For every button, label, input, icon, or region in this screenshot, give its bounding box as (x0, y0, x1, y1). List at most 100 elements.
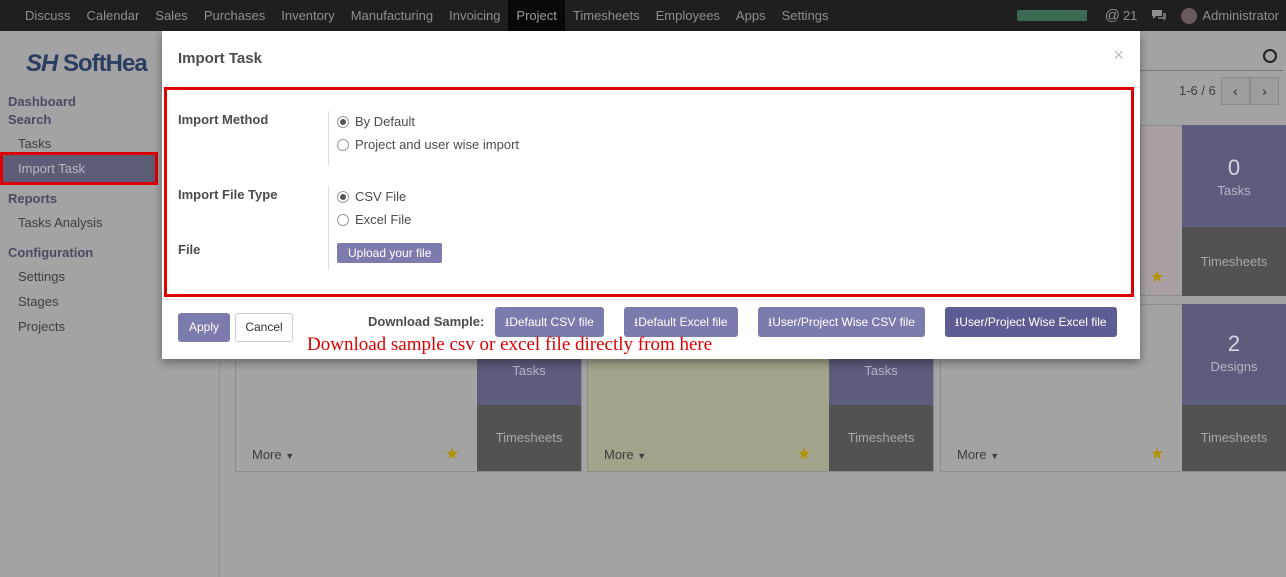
caret-down-icon: ▼ (285, 451, 295, 461)
user-name: Administrator (1202, 8, 1279, 23)
sidebar-item-stages[interactable]: Stages (18, 294, 58, 309)
sidebar-section-search[interactable]: Search (8, 112, 51, 127)
search-icon[interactable] (1263, 49, 1277, 63)
more-label: More (252, 447, 282, 462)
progress-fill (1016, 10, 1087, 21)
sidebar-item-label: Import Task (18, 161, 85, 176)
nav-employees[interactable]: Employees (648, 0, 728, 31)
radio-by-default[interactable]: By Default (337, 114, 415, 129)
annotation-note: Download sample csv or excel file direct… (307, 334, 713, 355)
sidebar-item-projects[interactable]: Projects (18, 319, 65, 334)
radio-button[interactable] (337, 115, 349, 128)
favorite-star-icon[interactable]: ★ (1150, 267, 1164, 287)
more-label: More (604, 447, 634, 462)
navbar-right: @ 21 Administrator (1016, 0, 1286, 31)
nav-calendar[interactable]: Calendar (79, 0, 148, 31)
onboarding-progress[interactable] (1016, 10, 1087, 21)
tasks-label: Tasks (512, 363, 546, 378)
cancel-button[interactable]: Cancel (235, 313, 293, 342)
nav-timesheets[interactable]: Timesheets (565, 0, 648, 31)
radio-button[interactable] (337, 213, 349, 226)
sidebar-item-tasks-analysis[interactable]: Tasks Analysis (18, 215, 103, 230)
button-label: Default Excel file (638, 315, 728, 329)
timesheets-label: Timesheets (847, 430, 915, 445)
nav-apps[interactable]: Apps (728, 0, 774, 31)
favorite-star-icon[interactable]: ★ (1150, 444, 1164, 464)
timesheets-tile[interactable]: Timesheets (829, 405, 933, 471)
field-divider (328, 111, 329, 165)
nav-sales[interactable]: Sales (147, 0, 196, 31)
button-label: User/Project Wise Excel file (959, 315, 1107, 329)
apply-button[interactable]: Apply (178, 313, 230, 342)
radio-label: Excel File (355, 212, 412, 227)
more-label: More (957, 447, 987, 462)
nav-settings[interactable]: Settings (774, 0, 837, 31)
sidebar-item-import-task[interactable]: Import Task (0, 152, 158, 185)
caret-down-icon: ▼ (990, 451, 1000, 461)
button-label: User/Project Wise CSV file (772, 315, 915, 329)
nav-manufacturing[interactable]: Manufacturing (343, 0, 441, 31)
logo-mark-icon: SH (26, 50, 58, 77)
dialog-title: Import Task (178, 50, 262, 67)
designs-label: Designs (1210, 359, 1258, 374)
task-count: 0 (1227, 155, 1241, 180)
logo-text: Soft (63, 50, 107, 77)
tasks-tile[interactable]: 2 Designs (1182, 304, 1286, 405)
favorite-star-icon[interactable]: ★ (445, 444, 459, 464)
sidebar-item-settings[interactable]: Settings (18, 269, 65, 284)
timesheets-label: Timesheets (495, 430, 563, 445)
more-dropdown[interactable]: More ▼ (957, 447, 999, 462)
at-icon: @ (1104, 7, 1120, 24)
mentions[interactable]: @ 21 (1105, 7, 1138, 24)
footer-divider (162, 299, 1140, 300)
close-icon[interactable]: × (1113, 45, 1124, 66)
nav-purchases[interactable]: Purchases (196, 0, 273, 31)
more-dropdown[interactable]: More ▼ (604, 447, 646, 462)
chat-icon[interactable] (1151, 9, 1167, 22)
download-default-excel-button[interactable]: ⭳Default Excel file (624, 307, 738, 337)
nav-project[interactable]: Project (508, 0, 565, 31)
timesheets-tile[interactable]: Timesheets (1182, 227, 1286, 296)
more-dropdown[interactable]: More ▼ (252, 447, 294, 462)
sidebar-section-configuration[interactable]: Configuration (8, 245, 93, 260)
button-label: Default CSV file (509, 315, 594, 329)
radio-label: CSV File (355, 189, 407, 204)
highlight-box (164, 87, 1134, 297)
download-user-project-excel-button[interactable]: ⭳User/Project Wise Excel file (945, 307, 1117, 337)
user-menu[interactable]: Administrator (1181, 7, 1279, 24)
sidebar-section-reports[interactable]: Reports (8, 191, 57, 206)
nav-discuss[interactable]: Discuss (0, 0, 79, 31)
import-file-type-label: Import File Type (178, 187, 278, 202)
nav-invoicing[interactable]: Invoicing (441, 0, 508, 31)
radio-project-user-wise[interactable]: Project and user wise import (337, 137, 519, 152)
logo-text-suffix: Hea (105, 50, 148, 77)
download-default-csv-button[interactable]: ⭳Default CSV file (495, 307, 604, 337)
mention-count: 21 (1122, 8, 1138, 23)
timesheets-tile[interactable]: Timesheets (1182, 405, 1286, 471)
logo: SH SoftHea (26, 50, 148, 78)
timesheets-tile[interactable]: Timesheets (477, 405, 581, 471)
pager-next-button[interactable]: › (1250, 77, 1279, 105)
timesheets-label: Timesheets (1200, 254, 1268, 269)
upload-file-button[interactable]: Upload your file (337, 243, 443, 263)
tasks-tile[interactable]: 0 Tasks (1182, 125, 1286, 227)
import-method-label: Import Method (178, 112, 269, 127)
sidebar-item-tasks[interactable]: Tasks (18, 136, 51, 151)
pager-previous-button[interactable]: ‹ (1221, 77, 1250, 105)
favorite-star-icon[interactable]: ★ (797, 444, 811, 464)
sidebar-section-dashboard[interactable]: Dashboard (8, 94, 76, 109)
nav-inventory[interactable]: Inventory (273, 0, 342, 31)
design-count: 2 (1227, 331, 1241, 356)
radio-excel-file[interactable]: Excel File (337, 212, 411, 227)
tasks-label: Tasks (1217, 183, 1251, 198)
radio-csv-file[interactable]: CSV File (337, 189, 406, 204)
download-user-project-csv-button[interactable]: ⭳User/Project Wise CSV file (758, 307, 925, 337)
radio-button[interactable] (337, 190, 349, 203)
field-divider (328, 186, 329, 270)
top-navbar: Discuss Calendar Sales Purchases Invento… (0, 0, 1286, 31)
radio-button[interactable] (337, 138, 349, 151)
avatar (1181, 7, 1198, 24)
search-input[interactable] (1135, 45, 1283, 71)
tasks-label: Tasks (864, 363, 898, 378)
caret-down-icon: ▼ (637, 451, 647, 461)
